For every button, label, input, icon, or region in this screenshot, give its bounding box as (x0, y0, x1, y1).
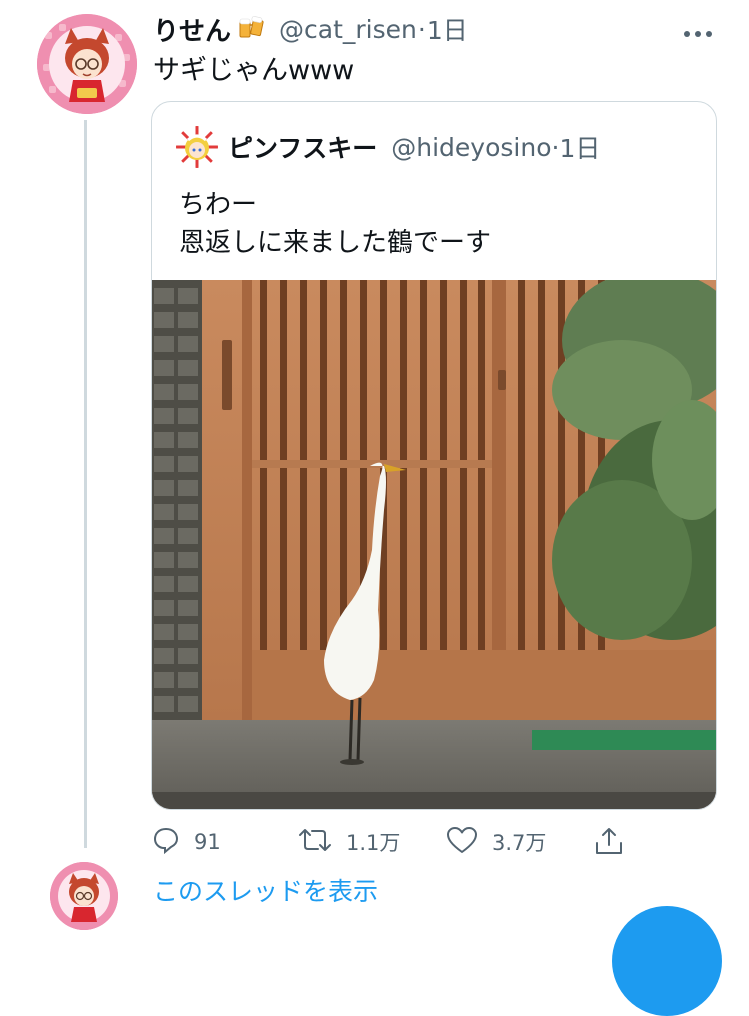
retweet-count: 1.1万 (346, 831, 401, 855)
quoted-handle[interactable]: @hideyosino (391, 133, 551, 162)
timestamp[interactable]: 1日 (427, 11, 468, 47)
handle[interactable]: @cat_risen (279, 15, 417, 44)
quoted-avatar[interactable] (176, 126, 218, 168)
thread-connector-line (84, 120, 87, 848)
separator-dot: · (417, 14, 426, 44)
action-bar: 91 1.1万 3.7万 (0, 826, 749, 866)
reply-count: 91 (194, 830, 221, 854)
quoted-tweet-header: ピンフスキー @hideyosino · 1日 (228, 130, 600, 164)
avatar[interactable] (37, 14, 137, 114)
quoted-tweet-card[interactable]: ピンフスキー @hideyosino · 1日 ちわー 恩返しに来ました鶴でーす (151, 101, 717, 810)
retweet-icon (298, 826, 332, 858)
quoted-separator-dot: · (551, 132, 560, 162)
quoted-text-line: 恩返しに来ました鶴でーす (179, 228, 492, 258)
quoted-tweet-text: ちわー 恩返しに来ました鶴でーす (179, 186, 491, 262)
beer-mugs-icon (237, 13, 267, 45)
like-button[interactable]: 3.7万 (446, 826, 546, 858)
share-button[interactable] (594, 826, 624, 860)
compose-tweet-button[interactable] (612, 906, 722, 1016)
more-options-icon[interactable] (682, 24, 714, 43)
quoted-display-name[interactable]: ピンフスキー (228, 129, 377, 165)
share-icon (594, 826, 624, 860)
quoted-photo[interactable] (152, 270, 716, 809)
thread-avatar[interactable] (50, 862, 118, 930)
reply-icon (152, 826, 180, 858)
show-thread-link[interactable]: このスレッドを表示 (153, 872, 378, 908)
reply-button[interactable]: 91 (152, 826, 221, 858)
display-name[interactable]: りせん (153, 11, 231, 48)
tweet-header: りせん @cat_risen · 1日 (153, 11, 468, 48)
retweet-button[interactable]: 1.1万 (298, 826, 400, 858)
like-count: 3.7万 (492, 831, 547, 855)
quoted-timestamp[interactable]: 1日 (559, 129, 600, 165)
quoted-text-line: ちわー (179, 190, 258, 220)
heart-icon (446, 826, 478, 858)
tweet-text: サギじゃんwww (153, 55, 355, 86)
